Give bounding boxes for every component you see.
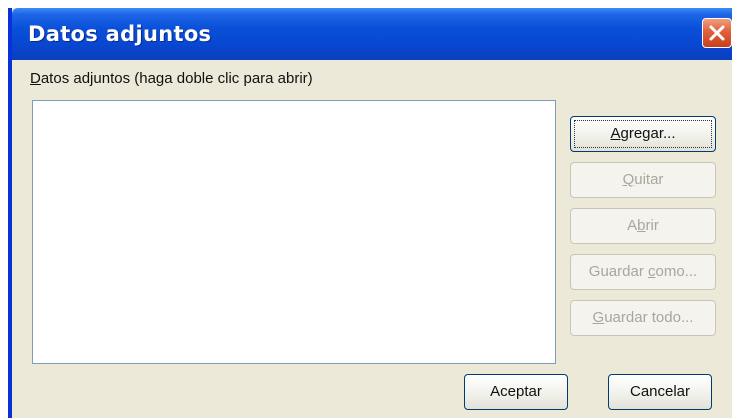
attachments-dialog: Datos adjuntos Datos adjuntos (haga dobl… bbox=[8, 8, 732, 418]
window-title: Datos adjuntos bbox=[28, 22, 212, 46]
remove-button[interactable]: Quitar bbox=[570, 162, 716, 198]
close-icon bbox=[709, 25, 725, 41]
close-button[interactable] bbox=[702, 18, 732, 48]
focus-ring bbox=[574, 120, 712, 148]
save-as-button[interactable]: Guardar como... bbox=[570, 254, 716, 290]
attachments-listbox[interactable] bbox=[32, 100, 556, 364]
title-bar[interactable]: Datos adjuntos bbox=[12, 8, 732, 60]
open-button[interactable]: Abrir bbox=[570, 208, 716, 244]
attachments-list-label: Datos adjuntos (haga doble clic para abr… bbox=[30, 70, 313, 87]
cancel-button[interactable]: Cancelar bbox=[608, 374, 712, 410]
save-all-button[interactable]: Guardar todo... bbox=[570, 300, 716, 336]
accept-button[interactable]: Aceptar bbox=[464, 374, 568, 410]
add-button[interactable]: Agregar... bbox=[570, 116, 716, 152]
